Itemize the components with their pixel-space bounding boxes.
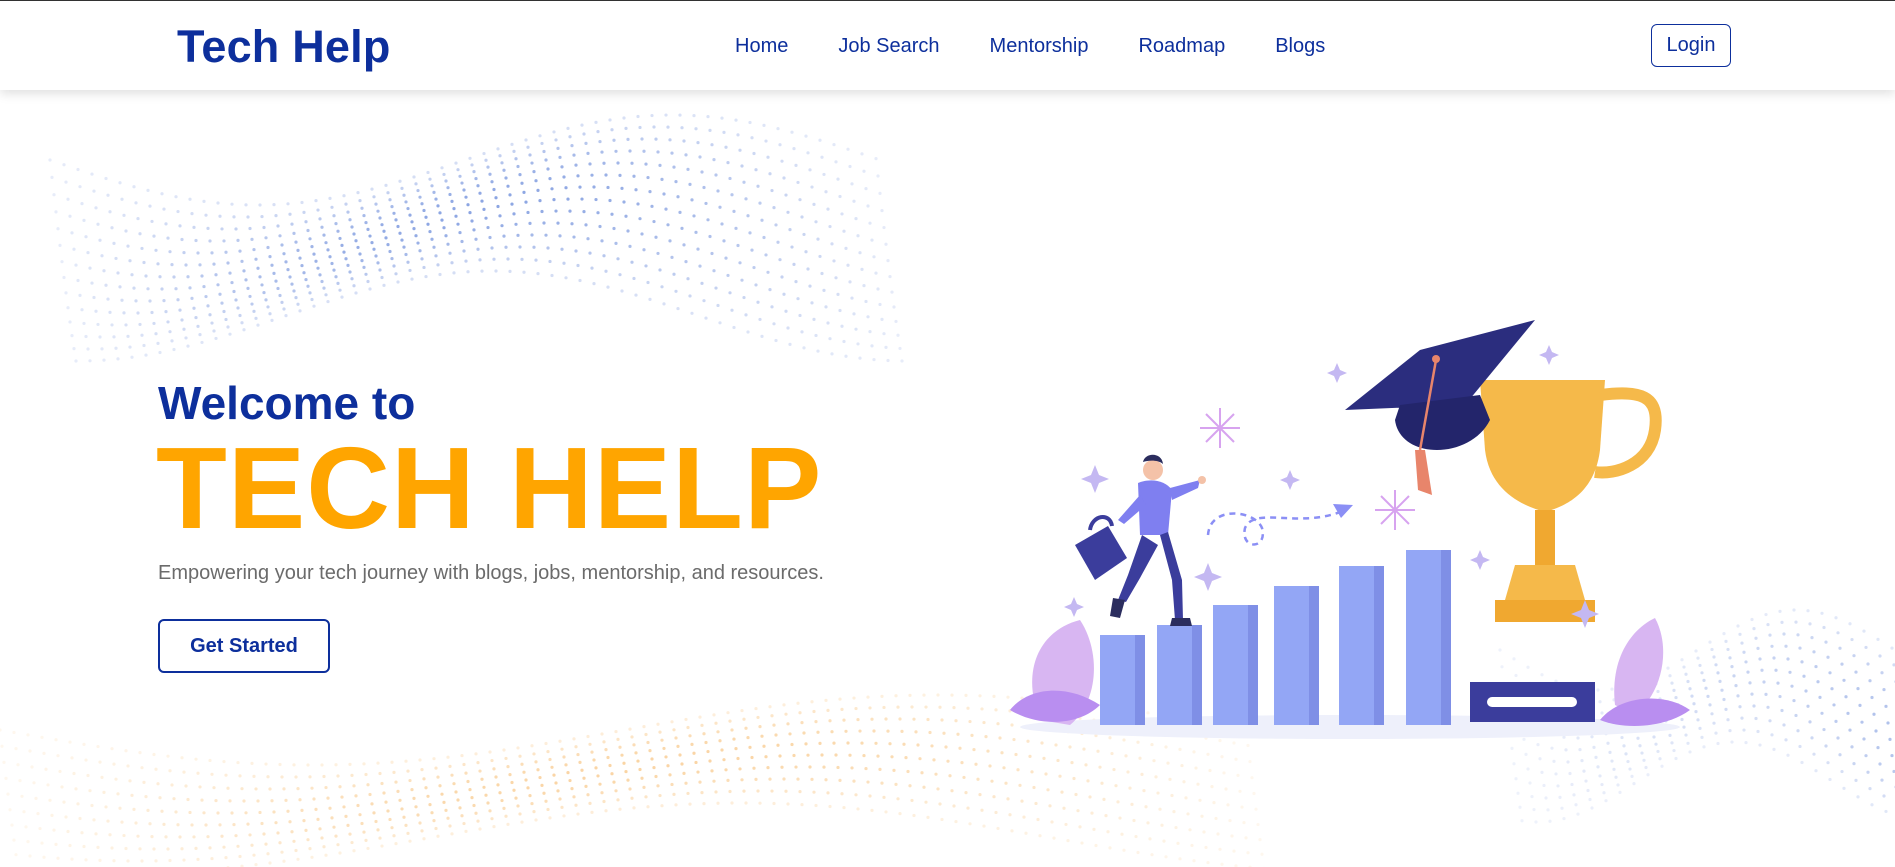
hero-welcome-text: Welcome to (158, 377, 416, 429)
growth-bars-icon (1100, 550, 1451, 725)
hero-illustration (1010, 320, 1690, 739)
nav-link-job-search[interactable]: Job Search (838, 35, 939, 58)
nav-link-blogs[interactable]: Blogs (1275, 35, 1325, 58)
nav-links: Home Job Search Mentorship Roadmap Blogs (735, 35, 1375, 58)
briefcase-icon (1075, 515, 1127, 580)
dashed-arrow-icon (1206, 504, 1353, 546)
nav-link-mentorship[interactable]: Mentorship (990, 35, 1089, 58)
top-navbar: Tech Help Home Job Search Mentorship Roa… (0, 1, 1895, 90)
leaf-left-icon (1010, 620, 1100, 725)
site-logo[interactable]: Tech Help (177, 21, 391, 73)
person-icon (1110, 454, 1206, 626)
get-started-button[interactable]: Get Started (158, 619, 330, 673)
login-button[interactable]: Login (1651, 24, 1731, 67)
leaf-right-icon (1600, 618, 1690, 726)
hero-brand-title: TECH HELP (156, 423, 823, 553)
nav-link-home[interactable]: Home (735, 35, 788, 58)
nav-link-roadmap[interactable]: Roadmap (1138, 35, 1225, 58)
firework-icons (1200, 408, 1415, 530)
hero-tagline: Empowering your tech journey with blogs,… (158, 562, 824, 584)
